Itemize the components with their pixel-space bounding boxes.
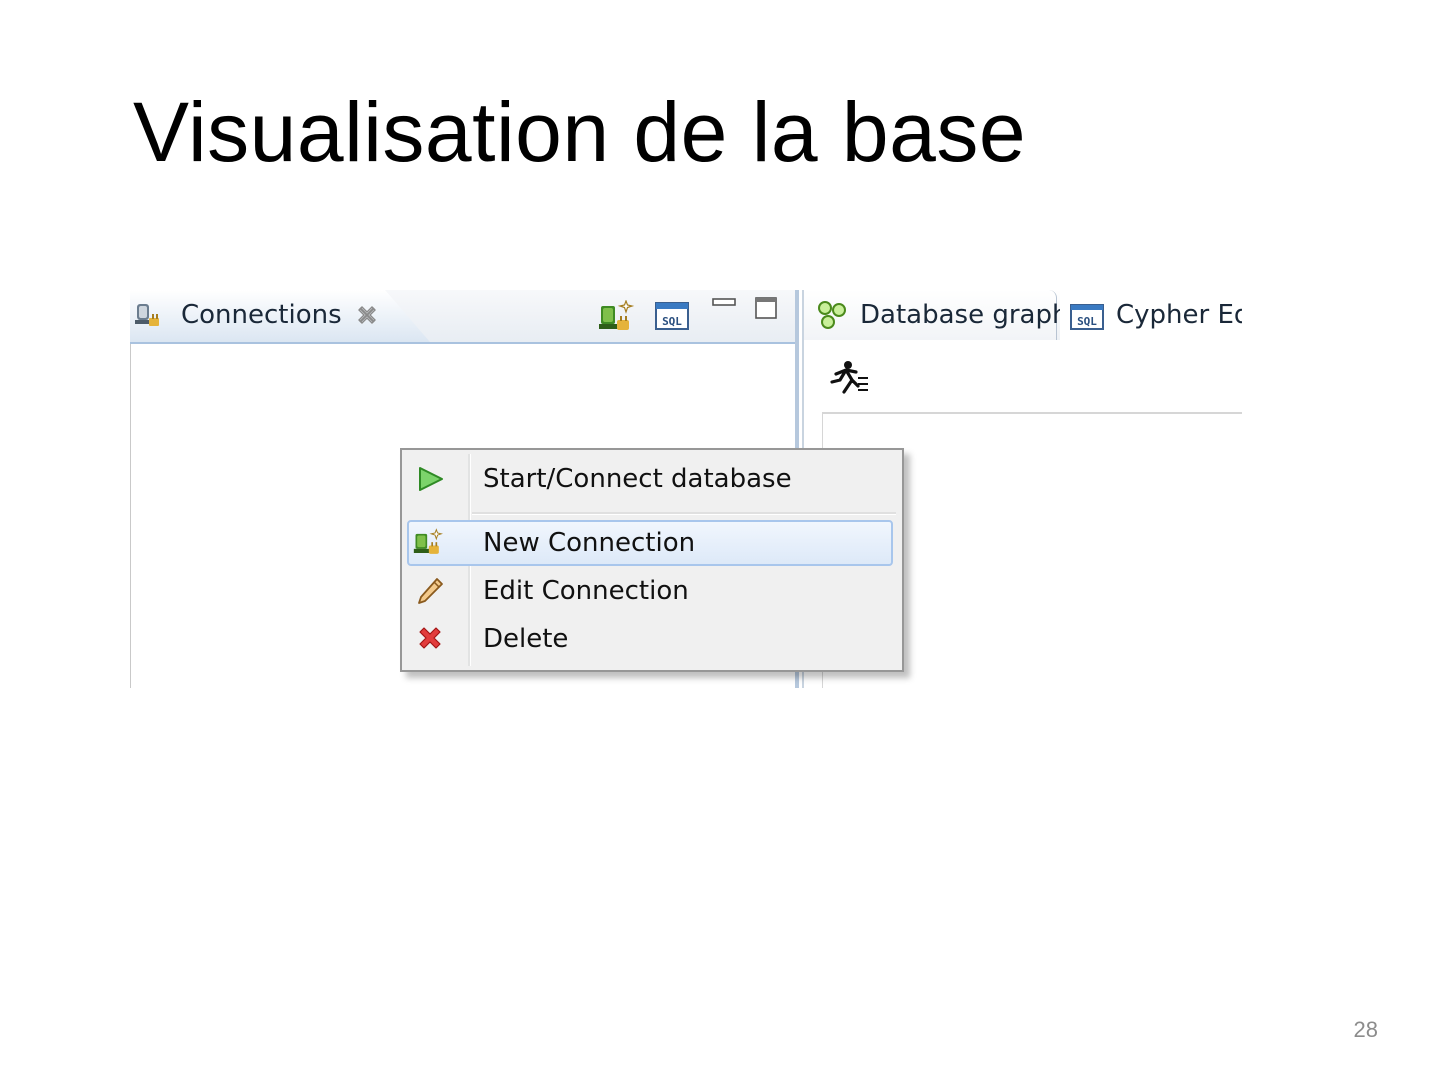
menu-separator: [472, 512, 896, 515]
tab-cypher-editor[interactable]: SQL Cypher Ed: [1060, 290, 1242, 340]
svg-text:SQL: SQL: [662, 315, 682, 328]
svg-text:SQL: SQL: [1077, 315, 1097, 328]
connections-tab-label: Connections: [181, 300, 342, 330]
menu-item-label: Edit Connection: [483, 576, 689, 606]
menu-item-edit-connection[interactable]: Edit Connection: [407, 568, 893, 614]
sql-editor-icon[interactable]: SQL: [655, 302, 689, 330]
sql-icon: SQL: [1070, 304, 1104, 330]
slide-title: Visualisation de la base: [133, 85, 1027, 179]
tab-database-graph[interactable]: Database graph: [804, 290, 1068, 340]
menu-item-label: New Connection: [483, 528, 696, 558]
cypher-editor-tab-label: Cypher Ed: [1116, 300, 1242, 330]
editor-tab-bar: Database graph SQL Cypher Ed: [804, 290, 1242, 341]
delete-x-icon: [419, 627, 441, 649]
tab-connections[interactable]: Connections: [130, 290, 430, 342]
connections-view-header: Connections SQL: [130, 290, 795, 344]
screenshot-frame: Connections SQL Database graph SQL Cyphe…: [130, 290, 1242, 688]
menu-item-new-connection[interactable]: New Connection: [407, 520, 893, 566]
minimize-icon[interactable]: [712, 296, 736, 310]
new-connection-icon: [413, 528, 443, 554]
maximize-icon[interactable]: [754, 296, 778, 320]
database-graph-tab-label: Database graph: [860, 300, 1069, 330]
database-graph-icon: [818, 301, 846, 329]
menu-item-start-connect-database[interactable]: Start/Connect database: [407, 456, 893, 502]
new-connection-icon[interactable]: [598, 300, 634, 334]
menu-item-label: Start/Connect database: [483, 464, 792, 494]
connections-icon: [135, 304, 159, 326]
editor-toolbar: [804, 340, 1242, 412]
page-number: 28: [1353, 1017, 1378, 1042]
menu-item-label: Delete: [483, 624, 569, 654]
menu-item-delete[interactable]: Delete: [407, 616, 893, 662]
run-query-icon[interactable]: [828, 360, 870, 396]
play-icon: [419, 467, 443, 491]
pencil-icon: [418, 578, 443, 604]
close-icon[interactable]: [356, 304, 378, 326]
context-menu: Start/Connect database New Connection Ed…: [400, 448, 904, 672]
